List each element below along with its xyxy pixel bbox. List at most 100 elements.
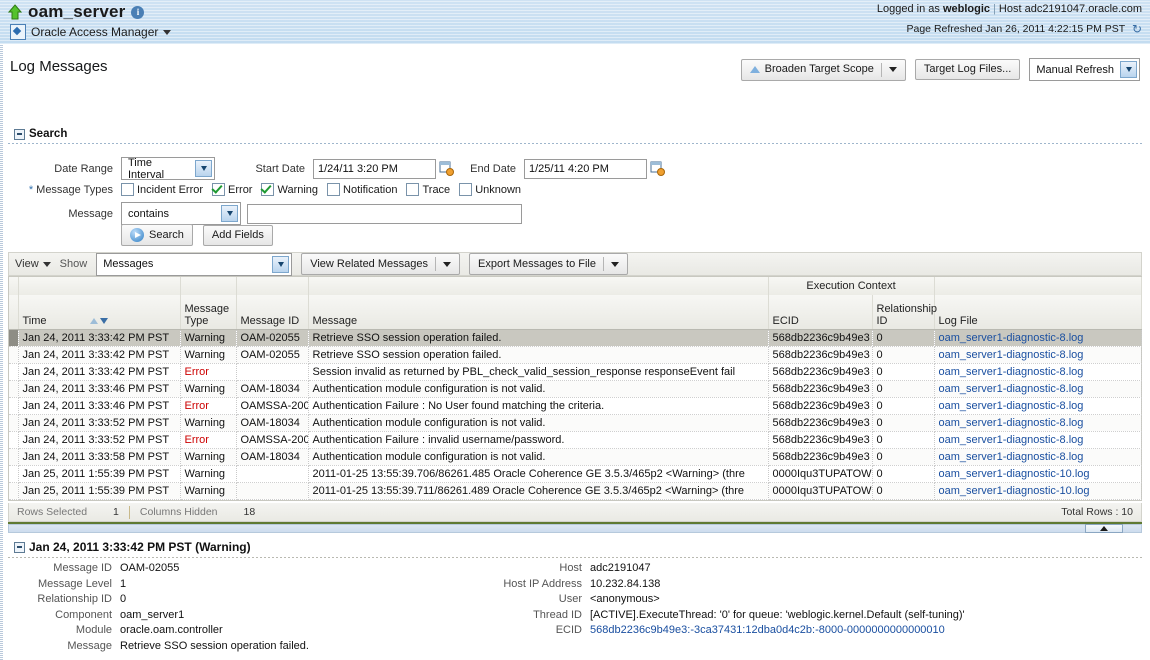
- detail-header[interactable]: Jan 24, 2011 3:33:42 PM PST (Warning): [14, 540, 251, 554]
- chevron-down-icon[interactable]: [443, 262, 451, 267]
- detail-field-label: Message ID: [0, 562, 120, 574]
- end-date-input[interactable]: [524, 159, 647, 179]
- add-fields-button[interactable]: Add Fields: [203, 225, 273, 246]
- checkbox-icon[interactable]: [327, 183, 340, 196]
- cell-time: Jan 25, 2011 1:55:39 PM PST: [18, 466, 180, 483]
- log-file-link[interactable]: oam_server1-diagnostic-8.log: [939, 417, 1084, 429]
- log-file-link[interactable]: oam_server1-diagnostic-8.log: [939, 400, 1084, 412]
- show-select[interactable]: Messages: [96, 253, 292, 276]
- column-header-message-id[interactable]: Message ID: [236, 295, 308, 330]
- column-header-message-type[interactable]: Message Type: [180, 295, 236, 330]
- checkbox-checked-icon[interactable]: [261, 183, 274, 196]
- refresh-icon[interactable]: ↻: [1132, 22, 1142, 36]
- page-title: Log Messages: [10, 58, 108, 75]
- table-row[interactable]: Jan 24, 2011 3:33:42 PM PSTWarningOAM-02…: [9, 330, 1141, 347]
- row-select-handle[interactable]: [9, 347, 18, 364]
- logged-in-user[interactable]: weblogic: [943, 3, 990, 15]
- target-log-files-button[interactable]: Target Log Files...: [915, 59, 1020, 80]
- column-header-message[interactable]: Message: [308, 295, 768, 330]
- table-row[interactable]: Jan 25, 2011 1:55:39 PM PSTWarning2011-0…: [9, 483, 1141, 500]
- log-file-link[interactable]: oam_server1-diagnostic-8.log: [939, 383, 1084, 395]
- column-header-log-file[interactable]: Log File: [934, 295, 1141, 330]
- table-row[interactable]: Jan 24, 2011 3:33:46 PM PSTErrorOAMSSA-2…: [9, 398, 1141, 415]
- column-header-ecid[interactable]: ECID: [768, 295, 872, 330]
- info-icon[interactable]: i: [131, 6, 144, 19]
- column-header-time[interactable]: Time: [18, 295, 180, 330]
- detail-field-value: Retrieve SSO session operation failed.: [120, 640, 309, 652]
- end-date-calendar-icon[interactable]: [650, 161, 665, 176]
- chevron-down-icon[interactable]: [221, 205, 238, 222]
- chevron-down-icon[interactable]: [272, 256, 289, 273]
- message-type-unknown[interactable]: Unknown: [459, 183, 521, 196]
- search-button[interactable]: Search: [121, 224, 193, 246]
- row-select-handle[interactable]: [9, 381, 18, 398]
- row-select-handle[interactable]: [9, 330, 18, 347]
- message-type-error[interactable]: Error: [212, 183, 252, 196]
- row-select-handle[interactable]: [9, 466, 18, 483]
- message-operator-select[interactable]: contains: [121, 202, 241, 225]
- log-file-link[interactable]: oam_server1-diagnostic-8.log: [939, 451, 1084, 463]
- detail-field: Relationship ID0: [0, 593, 470, 605]
- checkbox-icon[interactable]: [459, 183, 472, 196]
- table-row[interactable]: Jan 24, 2011 3:33:52 PM PSTWarningOAM-18…: [9, 415, 1141, 432]
- host-name[interactable]: adc2191047.oracle.com: [1025, 3, 1142, 15]
- table-row[interactable]: Jan 24, 2011 3:33:46 PM PSTWarningOAM-18…: [9, 381, 1141, 398]
- start-date-input[interactable]: [313, 159, 436, 179]
- row-select-handle[interactable]: [9, 364, 18, 381]
- collapse-icon[interactable]: [14, 129, 25, 140]
- log-file-link[interactable]: oam_server1-diagnostic-10.log: [939, 468, 1090, 480]
- log-file-link[interactable]: oam_server1-diagnostic-8.log: [939, 332, 1084, 344]
- cell-log-file: oam_server1-diagnostic-8.log: [934, 330, 1141, 347]
- log-file-link[interactable]: oam_server1-diagnostic-8.log: [939, 434, 1084, 446]
- detail-field-value[interactable]: 568db2236c9b49e3:-3ca37431:12dba0d4c2b:-…: [590, 624, 945, 636]
- row-select-handle[interactable]: [9, 415, 18, 432]
- checkbox-checked-icon[interactable]: [212, 183, 225, 196]
- cell-relationship-id: 0: [872, 483, 934, 500]
- cell-ecid: 568db2236c9b49e3: [768, 347, 872, 364]
- checkbox-icon[interactable]: [406, 183, 419, 196]
- log-file-link[interactable]: oam_server1-diagnostic-8.log: [939, 366, 1084, 378]
- message-type-warning[interactable]: Warning: [261, 183, 318, 196]
- splitter-collapse-handle[interactable]: [1085, 524, 1123, 533]
- row-select-handle[interactable]: [9, 398, 18, 415]
- sort-ascending-icon[interactable]: [90, 318, 98, 324]
- message-filter-input[interactable]: [247, 204, 522, 224]
- message-type-trace[interactable]: Trace: [406, 183, 450, 196]
- splitter-bar[interactable]: [8, 524, 1142, 533]
- message-type-notification[interactable]: Notification: [327, 183, 397, 196]
- chevron-down-icon[interactable]: [889, 67, 897, 72]
- main-panel: Log Messages Broaden Target Scope Target…: [0, 44, 1150, 660]
- row-select-handle[interactable]: [9, 432, 18, 449]
- column-header-relationship-id[interactable]: Relationship ID: [872, 295, 934, 330]
- message-type-incident-error[interactable]: Incident Error: [121, 183, 203, 196]
- sort-arrows[interactable]: [90, 318, 108, 324]
- log-file-link[interactable]: oam_server1-diagnostic-10.log: [939, 485, 1090, 497]
- export-messages-button[interactable]: Export Messages to File: [469, 253, 628, 275]
- sort-descending-icon[interactable]: [100, 318, 108, 324]
- start-date-calendar-icon[interactable]: [439, 161, 454, 176]
- table-row[interactable]: Jan 24, 2011 3:33:42 PM PSTErrorSession …: [9, 364, 1141, 381]
- log-file-link[interactable]: oam_server1-diagnostic-8.log: [939, 349, 1084, 361]
- chevron-down-icon[interactable]: [195, 160, 212, 177]
- search-section-header[interactable]: Search: [14, 128, 67, 140]
- table-row[interactable]: Jan 24, 2011 3:33:58 PM PSTWarningOAM-18…: [9, 449, 1141, 466]
- table-row[interactable]: Jan 24, 2011 3:33:42 PM PSTWarningOAM-02…: [9, 347, 1141, 364]
- broaden-target-scope-button[interactable]: Broaden Target Scope: [741, 59, 906, 81]
- message-operator-value: contains: [128, 208, 169, 220]
- cell-message: Authentication module configuration is n…: [308, 381, 768, 398]
- required-marker: *: [29, 184, 33, 196]
- view-menu[interactable]: View: [15, 258, 51, 270]
- date-range-select[interactable]: Time Interval: [121, 157, 215, 180]
- table-row[interactable]: Jan 24, 2011 3:33:52 PM PSTErrorOAMSSA-2…: [9, 432, 1141, 449]
- row-select-handle[interactable]: [9, 449, 18, 466]
- target-type-menu[interactable]: Oracle Access Manager: [10, 24, 171, 40]
- chevron-down-icon[interactable]: [1120, 61, 1137, 78]
- view-related-messages-button[interactable]: View Related Messages: [301, 253, 460, 275]
- checkbox-icon[interactable]: [121, 183, 134, 196]
- row-select-handle[interactable]: [9, 483, 18, 500]
- collapse-icon[interactable]: [14, 542, 25, 553]
- chevron-down-icon[interactable]: [611, 262, 619, 267]
- refresh-mode-select[interactable]: Manual Refresh: [1029, 58, 1140, 81]
- cell-time: Jan 24, 2011 3:33:46 PM PST: [18, 381, 180, 398]
- table-row[interactable]: Jan 25, 2011 1:55:39 PM PSTWarning2011-0…: [9, 466, 1141, 483]
